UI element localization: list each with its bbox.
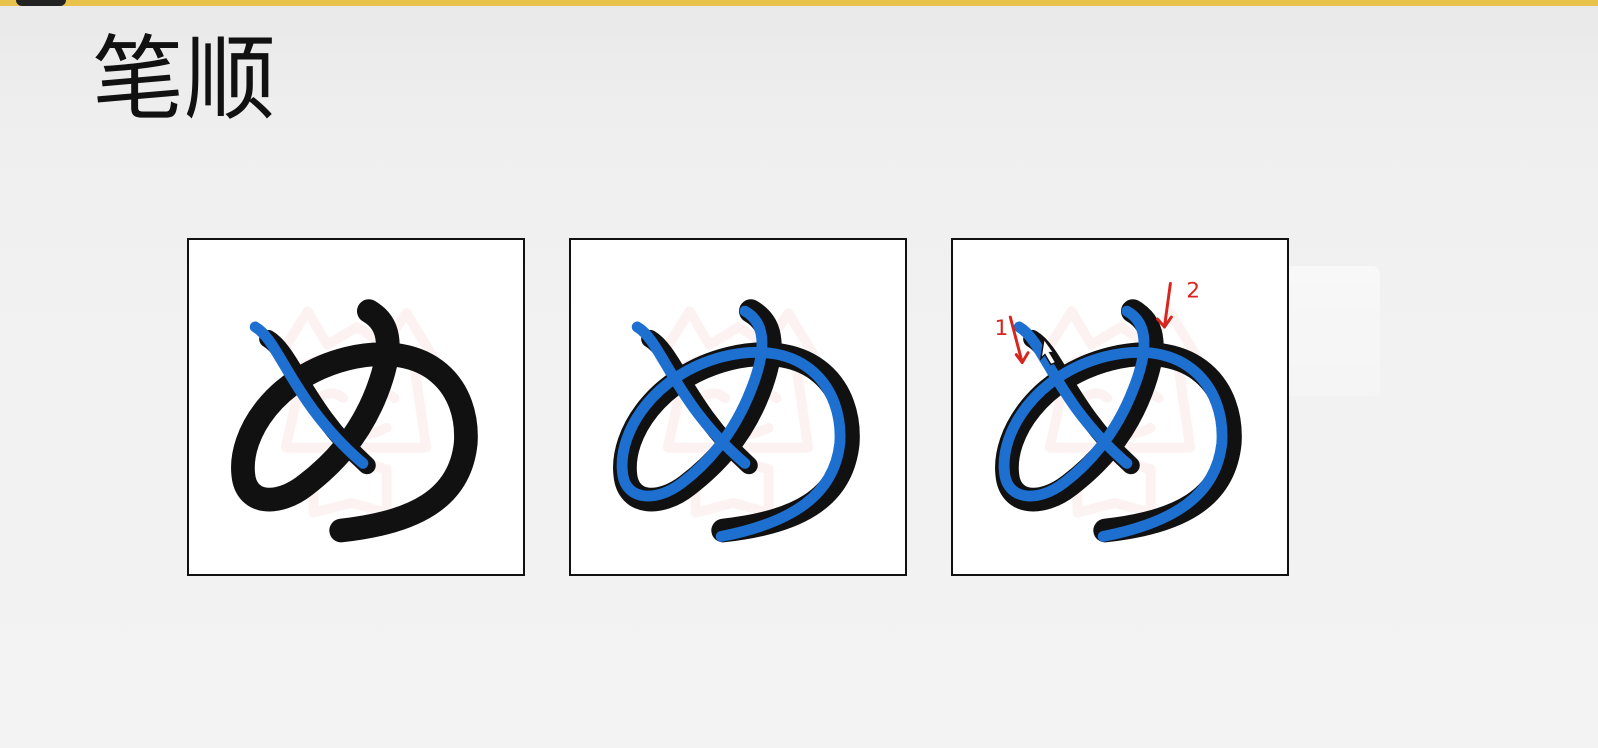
stroke-order-panel-1 [187,238,525,576]
stroke-order-panel-2 [569,238,907,576]
annotation-label-1: 1 [995,316,1009,341]
top-left-corner-mark [16,0,66,6]
top-accent-bar [0,0,1598,6]
stroke-order-panel-3: 1 2 [951,238,1289,576]
annotation-label-2: 2 [1186,278,1200,303]
page-title: 笔顺 [92,26,277,133]
